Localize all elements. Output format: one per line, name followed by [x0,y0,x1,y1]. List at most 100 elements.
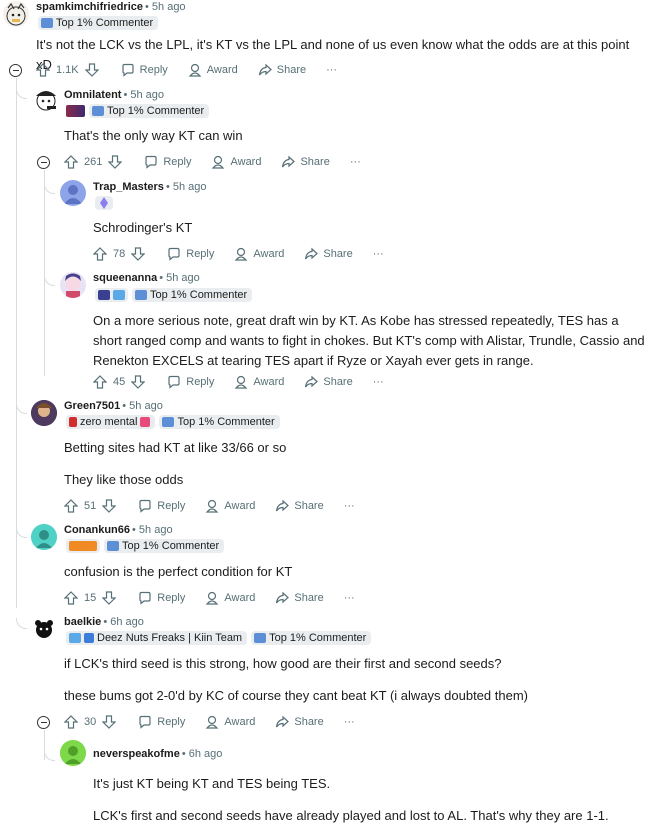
user-flairs: Top 1% Commenter [95,288,253,302]
downvote-icon[interactable] [84,63,99,77]
share-icon [276,499,290,512]
collapse-thread-button[interactable] [9,64,22,77]
author-name[interactable]: Trap_Masters • 5h ago [93,181,207,193]
timestamp: • 5h ago [132,524,173,536]
team-logo-icon [69,633,81,643]
thread-hook [16,618,27,629]
comment-body: confusion is the perfect condition for K… [64,564,293,579]
upvote-icon[interactable] [64,499,78,513]
more-options-button[interactable]: ··· [344,500,355,512]
award-icon [235,247,248,261]
downvote-icon[interactable] [102,591,117,605]
more-options-button[interactable]: ··· [373,376,384,388]
top-commenter-flair: Top 1% Commenter [159,415,280,429]
timestamp: • 5h ago [122,400,163,412]
user-flairs: Deez Nuts Freaks | Kiin Team Top 1% Comm… [66,631,372,645]
reply-button[interactable]: Reply [138,715,185,729]
author-name[interactable]: squeenanna • 5h ago [93,272,200,284]
more-options-button[interactable]: ··· [373,248,384,260]
top-commenter-flair: Top 1% Commenter [251,631,372,645]
thread-hook [16,88,27,99]
avatar[interactable] [31,400,57,426]
avatar[interactable] [60,740,86,766]
collapse-thread-button[interactable] [37,716,50,729]
avatar[interactable] [31,524,57,550]
reply-icon [145,155,157,169]
downvote-icon[interactable] [108,155,123,169]
share-icon [276,715,290,728]
avatar[interactable] [31,616,57,642]
upvote-icon[interactable] [36,63,50,77]
more-options-button[interactable]: ··· [344,592,355,604]
vote-count: 45 [113,376,126,388]
top-commenter-icon [92,106,104,116]
team-logo-icon [113,290,125,300]
share-button[interactable]: Share [275,499,324,513]
downvote-icon[interactable] [131,247,146,261]
emoji-flair [66,539,100,553]
more-options-button[interactable]: ··· [326,64,337,76]
comment-actions: 51 Reply Award Share ··· [64,496,375,516]
reply-button[interactable]: Reply [167,247,214,261]
downvote-icon[interactable] [131,375,146,389]
share-button[interactable]: Share [304,375,353,389]
award-button[interactable]: Award [205,715,255,729]
reply-button[interactable]: Reply [138,591,185,605]
award-button[interactable]: Award [234,375,284,389]
vote-count: 261 [84,156,103,168]
thread-hook [44,750,55,761]
user-flairs [95,196,113,210]
timestamp: • 5h ago [165,181,207,193]
share-button[interactable]: Share [258,63,306,77]
comment-actions: 30 Reply Award Share ··· [64,712,375,732]
award-button[interactable]: Award [205,499,255,513]
timestamp: • 6h ago [181,748,223,760]
vote-count: 51 [84,500,97,512]
award-button[interactable]: Award [211,155,261,169]
emoji-flair [95,288,128,302]
user-flairs: zero mental Top 1% Commenter [66,415,280,429]
upvote-icon[interactable] [64,715,78,729]
thread-hook [16,403,27,414]
avatar[interactable] [3,1,29,27]
award-button[interactable]: Award [205,591,255,605]
author-name[interactable]: baelkie • 6h ago [64,616,144,628]
author-name[interactable]: spamkimchifriedrice • 5h ago [36,1,186,13]
share-icon [276,591,290,604]
upvote-icon[interactable] [93,375,107,389]
upvote-icon[interactable] [64,591,78,605]
collapse-thread-button[interactable] [37,156,50,169]
avatar[interactable] [60,180,86,206]
user-flairs: Top 1% Commenter [38,16,159,30]
award-button[interactable]: Award [188,63,238,77]
share-button[interactable]: Share [304,247,353,261]
reply-button[interactable]: Reply [167,375,214,389]
author-name[interactable]: neverspeakofme • 6h ago [93,748,222,760]
share-button[interactable]: Share [275,591,324,605]
upvote-icon[interactable] [64,155,78,169]
top-commenter-icon [41,18,53,28]
author-name[interactable]: Green7501 • 5h ago [64,400,163,412]
comment-body: That's the only way KT can win [64,128,243,143]
vote-count: 30 [84,716,97,728]
top-commenter-icon [135,290,147,300]
author-name[interactable]: Conankun66 • 5h ago [64,524,173,536]
share-button[interactable]: Share [281,155,330,169]
user-flair: Deez Nuts Freaks | Kiin Team [66,631,248,645]
more-options-button[interactable]: ··· [344,716,355,728]
avatar[interactable] [60,272,86,298]
user-flair: zero mental [66,415,156,429]
reply-button[interactable]: Reply [138,499,185,513]
downvote-icon[interactable] [102,499,117,513]
comment-body: Schrodinger's KT [93,220,193,235]
downvote-icon[interactable] [102,715,117,729]
more-options-button[interactable]: ··· [350,156,361,168]
upvote-icon[interactable] [93,247,107,261]
timestamp: • 6h ago [103,616,144,628]
reply-button[interactable]: Reply [121,63,168,77]
reply-button[interactable]: Reply [144,155,191,169]
share-button[interactable]: Share [275,715,324,729]
avatar[interactable] [33,88,59,114]
award-button[interactable]: Award [234,247,284,261]
author-name[interactable]: Omnilatent • 5h ago [64,89,164,101]
